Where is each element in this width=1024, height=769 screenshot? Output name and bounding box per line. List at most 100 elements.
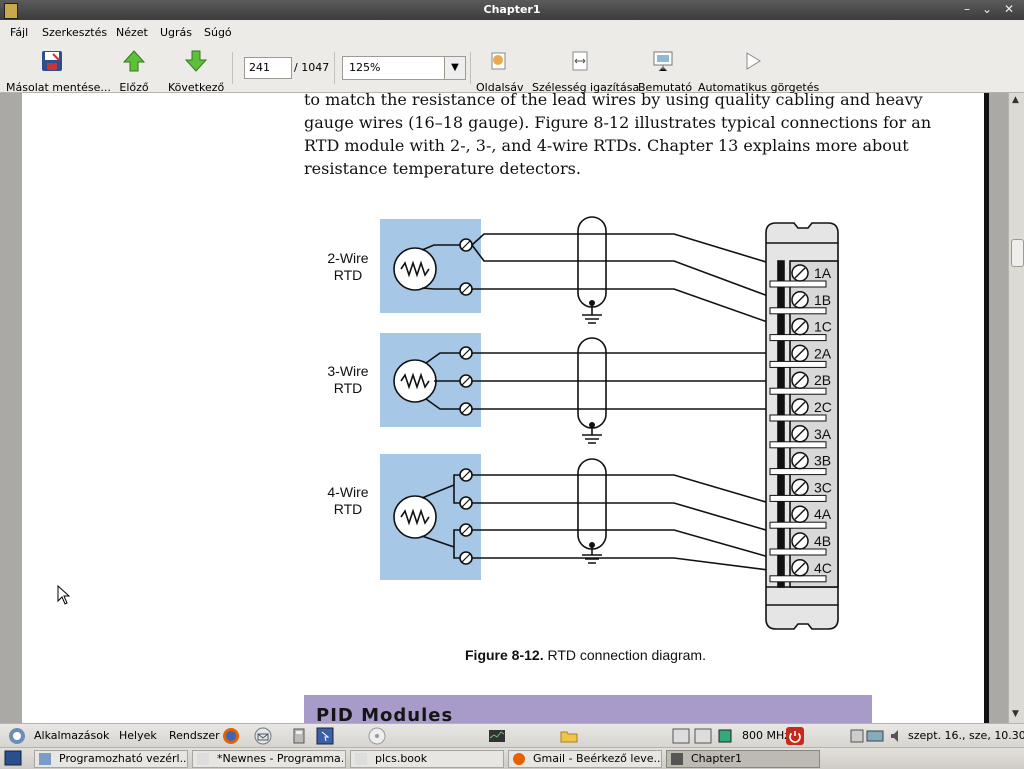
title-bar: Chapter1 – ⌄ ✕	[0, 0, 1024, 20]
minimize-icon[interactable]: –	[958, 1, 976, 17]
terminal-label: 3C	[814, 479, 832, 495]
terminal-tab	[769, 334, 827, 342]
terminal-label: 4B	[814, 533, 831, 549]
shutdown-icon[interactable]	[786, 727, 804, 745]
terminal-label: 1A	[814, 265, 832, 281]
menu-file[interactable]: Fájl	[10, 26, 28, 39]
terminal-tab	[769, 521, 827, 529]
cpu-freq-icon	[718, 729, 732, 743]
taskbar-item-label: Programozható vezérl...	[59, 752, 188, 765]
save-copy-button[interactable]: Másolat mentése...	[6, 50, 111, 94]
terminal-tab	[769, 494, 827, 502]
autoscroll-button[interactable]: Automatikus görgetés	[698, 50, 819, 94]
menu-go[interactable]: Ugrás	[160, 26, 192, 39]
scroll-down-icon[interactable]: ▼	[1012, 709, 1019, 719]
sensor-label-4wire-l1: 4-Wire	[327, 484, 368, 500]
show-desktop-icon[interactable]	[4, 749, 22, 767]
taskbar-item[interactable]: plcs.book	[350, 750, 504, 768]
clock[interactable]: szept. 16., sze, 10.30	[908, 729, 1024, 742]
section-heading: PID Modules	[316, 705, 454, 723]
menu-view[interactable]: Nézet	[116, 26, 148, 39]
fit-width-button[interactable]: Szélesség igazítása	[532, 50, 639, 94]
taskbar-item-label: plcs.book	[375, 752, 428, 765]
terminal-label: 4C	[814, 560, 832, 576]
menu-edit[interactable]: Szerkesztés	[42, 26, 107, 39]
window-icon	[671, 753, 683, 765]
terminal-tab	[769, 387, 827, 395]
taskbar-item[interactable]: Chapter1	[666, 750, 820, 768]
mouse-pointer-icon	[57, 585, 71, 605]
scrollbar-thumb[interactable]	[1011, 239, 1024, 267]
applications-menu[interactable]: Alkalmazások	[34, 729, 109, 742]
window-title: Chapter1	[483, 3, 541, 16]
terminal-tab	[769, 548, 827, 556]
workspace-1-icon[interactable]	[672, 727, 690, 745]
toolbar: Másolat mentése... Előző Következő Oldal…	[0, 44, 1024, 94]
arrow-down-icon	[184, 50, 208, 72]
taskbar-item[interactable]: Programozható vezérl...	[34, 750, 188, 768]
taskbar-item[interactable]: Gmail - Beérkező leve...	[508, 750, 662, 768]
arrow-up-icon	[122, 50, 146, 72]
vertical-scrollbar[interactable]: ▲ ▼	[1008, 93, 1024, 723]
top-panel: Alkalmazások Helyek Rendszer 800 MHz sze…	[0, 723, 1024, 748]
save-icon	[42, 51, 62, 71]
terminal-tab	[769, 575, 827, 583]
volume-icon[interactable]	[888, 727, 906, 745]
cpu-frequency: 800 MHz	[742, 729, 791, 742]
display-icon[interactable]	[866, 727, 884, 745]
figure-caption-number: Figure 8-12.	[465, 647, 544, 663]
sensor-label-2wire-l2: RTD	[334, 267, 363, 283]
chevron-down-icon[interactable]: ▼	[444, 57, 465, 79]
section-heading-bar: PID Modules	[304, 695, 872, 723]
folder-icon[interactable]	[560, 727, 578, 745]
page-total: / 1047	[294, 61, 330, 74]
taskbar-item[interactable]: *Newnes - Programma...	[192, 750, 346, 768]
toolbar-separator	[334, 52, 335, 84]
scroll-up-icon[interactable]: ▲	[1012, 95, 1019, 105]
terminal-label: 2A	[814, 345, 832, 361]
system-monitor-icon[interactable]	[488, 727, 506, 745]
disc-icon[interactable]	[368, 727, 386, 745]
terminal-label: 3A	[814, 426, 832, 442]
taskbar-item-label: *Newnes - Programma...	[217, 752, 346, 765]
places-menu[interactable]: Helyek	[119, 729, 157, 742]
menu-help[interactable]: Súgó	[204, 26, 232, 39]
document-viewer[interactable]: to match the resistance of the lead wire…	[0, 93, 1008, 723]
next-button[interactable]: Következő	[168, 50, 224, 94]
terminal-label: 4A	[814, 506, 832, 522]
presentation-icon	[653, 51, 673, 72]
workspace-2-icon[interactable]	[694, 727, 712, 745]
document-page: to match the resistance of the lead wire…	[22, 93, 984, 723]
toolbar-separator	[470, 52, 471, 84]
mail-icon[interactable]	[254, 727, 272, 745]
presentation-button[interactable]: Bemutató	[638, 50, 692, 94]
terminal-tab	[769, 307, 827, 315]
firefox-icon[interactable]	[222, 727, 240, 745]
maximize-icon[interactable]: ⌄	[978, 1, 996, 17]
screenshot-icon[interactable]	[316, 727, 334, 745]
system-menu[interactable]: Rendszer	[169, 729, 220, 742]
terminal-tab	[769, 468, 827, 476]
terminal-tab	[769, 360, 827, 368]
sidebar-button[interactable]: Oldalsáv	[476, 50, 523, 94]
menu-bar: Fájl Szerkesztés Nézet Ugrás Súgó	[0, 20, 1024, 44]
network-icon[interactable]	[848, 727, 866, 745]
previous-button[interactable]: Előző	[116, 50, 152, 94]
gnome-foot-icon[interactable]	[8, 727, 26, 745]
taskbar-item-label: Gmail - Beérkező leve...	[533, 752, 662, 765]
figure-caption-text: RTD connection diagram.	[543, 647, 706, 663]
terminal-tab	[769, 441, 827, 449]
terminal-label: 2B	[814, 372, 831, 388]
taskbar-item-label: Chapter1	[691, 752, 742, 765]
terminal-label: 1C	[814, 319, 832, 335]
calculator-icon[interactable]	[290, 727, 308, 745]
close-icon[interactable]: ✕	[1000, 1, 1018, 17]
sensor-label-2wire-l1: 2-Wire	[327, 250, 368, 266]
page-number-input[interactable]: 241	[244, 57, 292, 79]
zoom-select[interactable]: 125% ▼	[342, 56, 466, 80]
terminal-tab	[769, 280, 827, 288]
window-icon	[355, 753, 367, 765]
terminal-label: 2C	[814, 399, 832, 415]
page-shadow	[984, 93, 989, 723]
terminal-tab	[769, 414, 827, 422]
